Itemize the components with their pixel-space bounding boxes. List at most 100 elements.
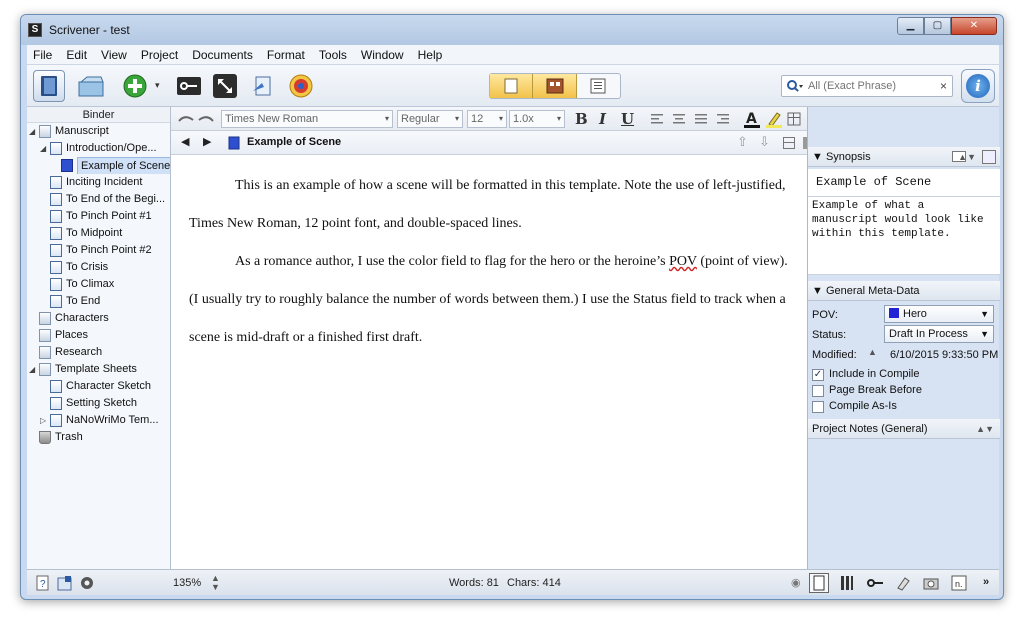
editor-text-area[interactable]: This is an example of how a scene will b… xyxy=(189,167,793,357)
new-folder-icon[interactable] xyxy=(57,575,73,591)
pov-select[interactable]: Hero ▼ xyxy=(884,305,994,323)
close-button[interactable]: ✕ xyxy=(951,17,997,35)
binder-item[interactable]: Research xyxy=(27,344,170,361)
binder-item[interactable]: Example of Scene xyxy=(27,157,170,174)
synopsis-title[interactable]: Example of Scene xyxy=(808,169,1000,197)
menu-tools[interactable]: Tools xyxy=(319,48,347,62)
composition-mode-button[interactable] xyxy=(209,70,241,102)
binder-item[interactable]: To Pinch Point #1 xyxy=(27,208,170,225)
binder-item[interactable]: ◢ Template Sheets xyxy=(27,361,170,378)
synopsis-auto-icon[interactable] xyxy=(982,150,996,164)
binder-item[interactable]: To Crisis xyxy=(27,259,170,276)
gear-icon[interactable] xyxy=(79,575,95,591)
search-icon[interactable] xyxy=(786,79,804,93)
down-arrow-icon[interactable]: ⇩ xyxy=(759,134,770,150)
include-compile-checkbox[interactable]: ✓ xyxy=(812,369,824,381)
scrivenings-view-button[interactable] xyxy=(490,74,534,98)
menu-file[interactable]: File xyxy=(33,48,52,62)
binder-item[interactable]: ◢ Manuscript xyxy=(27,123,170,140)
binder-item[interactable]: ▷ NaNoWriMo Tem... xyxy=(27,412,170,429)
notes-tab-icon[interactable] xyxy=(809,573,829,593)
window-title: Scrivener - test xyxy=(49,23,130,37)
add-dropdown-chevron-icon[interactable]: ▾ xyxy=(155,80,160,91)
synopsis-text[interactable]: Example of what a manuscript would look … xyxy=(808,197,1000,275)
outliner-view-button[interactable] xyxy=(577,74,620,98)
italic-button[interactable]: I xyxy=(599,110,606,128)
font-size-select[interactable]: 12 ▾ xyxy=(467,110,507,128)
search-input[interactable] xyxy=(808,78,928,94)
custom-metadata-tab-icon[interactable] xyxy=(895,575,911,591)
keywords-button[interactable] xyxy=(173,70,205,102)
meta-data-header[interactable]: ▼ General Meta-Data xyxy=(808,281,1000,301)
compile-button[interactable] xyxy=(247,70,279,102)
binder-item[interactable]: To Climax xyxy=(27,276,170,293)
binder-item[interactable]: Characters xyxy=(27,310,170,327)
zoom-level[interactable]: 135% xyxy=(173,577,201,589)
binder-item[interactable]: To End of the Begi... xyxy=(27,191,170,208)
status-select[interactable]: Draft In Process ▼ xyxy=(884,325,994,343)
menu-view[interactable]: View xyxy=(101,48,127,62)
snapshots-tab-icon[interactable] xyxy=(923,575,939,591)
undo-redo-icon[interactable] xyxy=(177,113,215,125)
menu-project[interactable]: Project xyxy=(141,48,178,62)
inspector-toggle-button[interactable]: i xyxy=(961,69,995,103)
zoom-stepper-icon[interactable]: ▲ ▼ xyxy=(211,574,220,592)
compile-as-is-checkbox[interactable] xyxy=(812,401,824,413)
notes-stepper-icon[interactable]: ▲▼ xyxy=(976,419,994,439)
project-targets-button[interactable] xyxy=(285,70,317,102)
collections-button[interactable] xyxy=(75,70,107,102)
binder-item[interactable]: Setting Sketch xyxy=(27,395,170,412)
comments-tab-icon[interactable]: n. xyxy=(951,575,967,591)
font-style-select[interactable]: Regular ▾ xyxy=(397,110,463,128)
menu-edit[interactable]: Edit xyxy=(66,48,87,62)
pov-color-swatch xyxy=(889,308,899,318)
expand-triangle-icon[interactable]: ◢ xyxy=(29,123,35,140)
expand-triangle-icon[interactable]: ◢ xyxy=(29,361,35,378)
text-color-icon[interactable]: A xyxy=(743,110,761,128)
add-note-icon[interactable]: ? xyxy=(35,575,51,591)
binder-item[interactable]: To Midpoint xyxy=(27,225,170,242)
add-green-icon xyxy=(123,74,147,98)
menu-help[interactable]: Help xyxy=(418,48,443,62)
minimize-button[interactable]: ▁ xyxy=(897,17,924,35)
menu-documents[interactable]: Documents xyxy=(192,48,253,62)
search-clear-button[interactable]: × xyxy=(940,79,947,93)
menu-format[interactable]: Format xyxy=(267,48,305,62)
alignment-icons[interactable] xyxy=(651,113,741,125)
binder-item[interactable]: Trash xyxy=(27,429,170,446)
maximize-button[interactable]: ▢ xyxy=(924,17,951,35)
binder-item[interactable]: ◢ Introduction/Ope... xyxy=(27,140,170,157)
forward-arrow-icon[interactable]: ▶ xyxy=(203,135,211,148)
collapse-triangle-icon[interactable]: ▷ xyxy=(40,412,46,429)
table-icon[interactable] xyxy=(787,112,805,126)
binder-toggle-button[interactable] xyxy=(33,70,65,102)
highlight-icon[interactable] xyxy=(765,110,783,128)
binder-item[interactable]: Places xyxy=(27,327,170,344)
misspelled-word[interactable]: POV xyxy=(669,254,697,269)
project-notes-header[interactable]: Project Notes (General) ▲▼ xyxy=(808,419,1000,439)
corkboard-view-button[interactable] xyxy=(533,74,577,98)
binder-item[interactable]: Inciting Incident xyxy=(27,174,170,191)
binder-item[interactable]: To End xyxy=(27,293,170,310)
font-family-select[interactable]: Times New Roman ▾ xyxy=(221,110,393,128)
references-tab-icon[interactable] xyxy=(839,575,855,591)
target-dot-icon[interactable]: ◉ xyxy=(791,576,801,589)
synopsis-header[interactable]: ▼ Synopsis ▲▼ xyxy=(808,147,1000,167)
menu-window[interactable]: Window xyxy=(361,48,404,62)
add-item-button[interactable] xyxy=(119,70,151,102)
document-stack-icon xyxy=(50,210,62,223)
more-tabs-button[interactable]: » xyxy=(983,576,989,588)
page-break-checkbox[interactable] xyxy=(812,385,824,397)
modified-stepper-icon[interactable]: ▲ xyxy=(868,347,877,357)
keywords-tab-icon[interactable] xyxy=(867,575,883,591)
binder-item[interactable]: To Pinch Point #2 xyxy=(27,242,170,259)
underline-button[interactable]: U xyxy=(621,110,634,128)
split-editor-icon[interactable] xyxy=(783,137,795,149)
up-arrow-icon[interactable]: ⇧ xyxy=(737,134,748,150)
expand-triangle-icon[interactable]: ◢ xyxy=(40,140,46,157)
line-spacing-select[interactable]: 1.0x ▾ xyxy=(509,110,565,128)
back-arrow-icon[interactable]: ◀ xyxy=(181,135,189,148)
synopsis-stepper-icon[interactable]: ▲▼ xyxy=(958,147,976,167)
binder-item[interactable]: Character Sketch xyxy=(27,378,170,395)
bold-button[interactable]: B xyxy=(575,110,588,128)
